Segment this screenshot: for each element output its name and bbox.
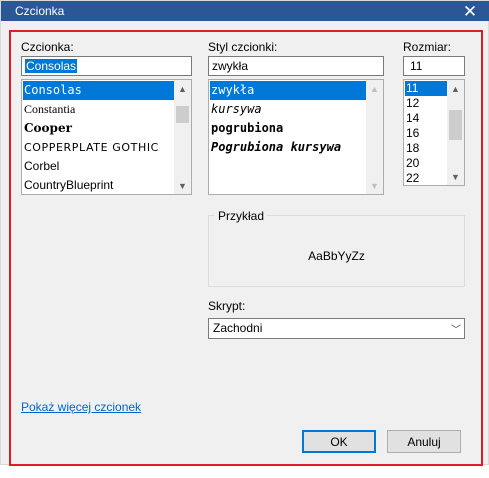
- list-item[interactable]: Cooper: [23, 119, 174, 138]
- list-item[interactable]: 20: [405, 156, 447, 171]
- list-item[interactable]: 18: [405, 141, 447, 156]
- sample-label: Przykład: [215, 209, 268, 223]
- ok-button[interactable]: OK: [302, 430, 376, 453]
- style-input[interactable]: zwykła: [208, 56, 384, 76]
- list-item[interactable]: 12: [405, 96, 447, 111]
- list-item[interactable]: CountryBlueprint: [23, 176, 174, 194]
- list-item[interactable]: pogrubiona: [210, 119, 366, 138]
- chevron-down-icon: ﹀: [451, 325, 461, 336]
- list-item[interactable]: zwykła: [210, 81, 366, 100]
- font-dialog: Czcionka ✕ Czcionka: Consolas Consolas C…: [0, 0, 489, 466]
- show-more-fonts-link[interactable]: Pokaż więcej czcionek: [21, 400, 141, 414]
- font-name-value: Consolas: [25, 59, 78, 73]
- chevron-down-icon[interactable]: ▼: [174, 177, 191, 194]
- window-title: Czcionka: [15, 4, 65, 18]
- size-label: Rozmiar:: [403, 40, 452, 54]
- style-list-scrollbar[interactable]: ▲ ▼: [366, 80, 383, 194]
- cancel-button[interactable]: Anuluj: [387, 430, 461, 453]
- chevron-down-icon[interactable]: ▼: [447, 168, 464, 185]
- sample-preview: AaBbYyZz: [308, 249, 365, 263]
- list-item[interactable]: Corbel: [23, 157, 174, 176]
- scroll-thumb[interactable]: [449, 110, 462, 140]
- font-name-input[interactable]: Consolas: [21, 56, 192, 76]
- script-select[interactable]: Zachodni ﹀: [208, 318, 465, 339]
- list-item[interactable]: Constantia: [23, 100, 174, 119]
- style-label: Styl czcionki:: [208, 40, 278, 54]
- list-item[interactable]: 14: [405, 111, 447, 126]
- size-list[interactable]: 11 12 14 16 18 20 22 ▲ ▼: [403, 79, 465, 186]
- list-item[interactable]: 16: [405, 126, 447, 141]
- list-item[interactable]: Pogrubiona kursywa: [210, 138, 366, 157]
- scroll-thumb[interactable]: [176, 106, 189, 123]
- list-item[interactable]: Consolas: [23, 81, 174, 100]
- script-value: Zachodni: [213, 321, 263, 335]
- style-value: zwykła: [212, 59, 249, 73]
- list-item[interactable]: 22: [405, 171, 447, 185]
- size-input[interactable]: 11: [403, 56, 465, 76]
- style-list[interactable]: zwykła kursywa pogrubiona Pogrubiona kur…: [208, 79, 384, 195]
- title-bar: Czcionka ✕: [1, 1, 489, 21]
- size-value: 11: [410, 59, 423, 73]
- chevron-down-icon[interactable]: ▼: [366, 177, 383, 194]
- font-list-scrollbar[interactable]: ▲ ▼: [174, 80, 191, 194]
- font-list[interactable]: Consolas Constantia Cooper COPPERPLATE G…: [21, 79, 192, 195]
- chevron-up-icon[interactable]: ▲: [366, 80, 383, 97]
- chevron-up-icon[interactable]: ▲: [174, 80, 191, 97]
- script-label: Skrypt:: [208, 299, 246, 313]
- list-item[interactable]: COPPERPLATE GOTHIC: [23, 138, 174, 157]
- list-item[interactable]: 11: [405, 81, 447, 96]
- chevron-up-icon[interactable]: ▲: [447, 80, 464, 97]
- size-list-scrollbar[interactable]: ▲ ▼: [447, 80, 464, 185]
- list-item[interactable]: kursywa: [210, 100, 366, 119]
- font-label: Czcionka:: [21, 40, 74, 54]
- close-icon[interactable]: ✕: [450, 1, 489, 21]
